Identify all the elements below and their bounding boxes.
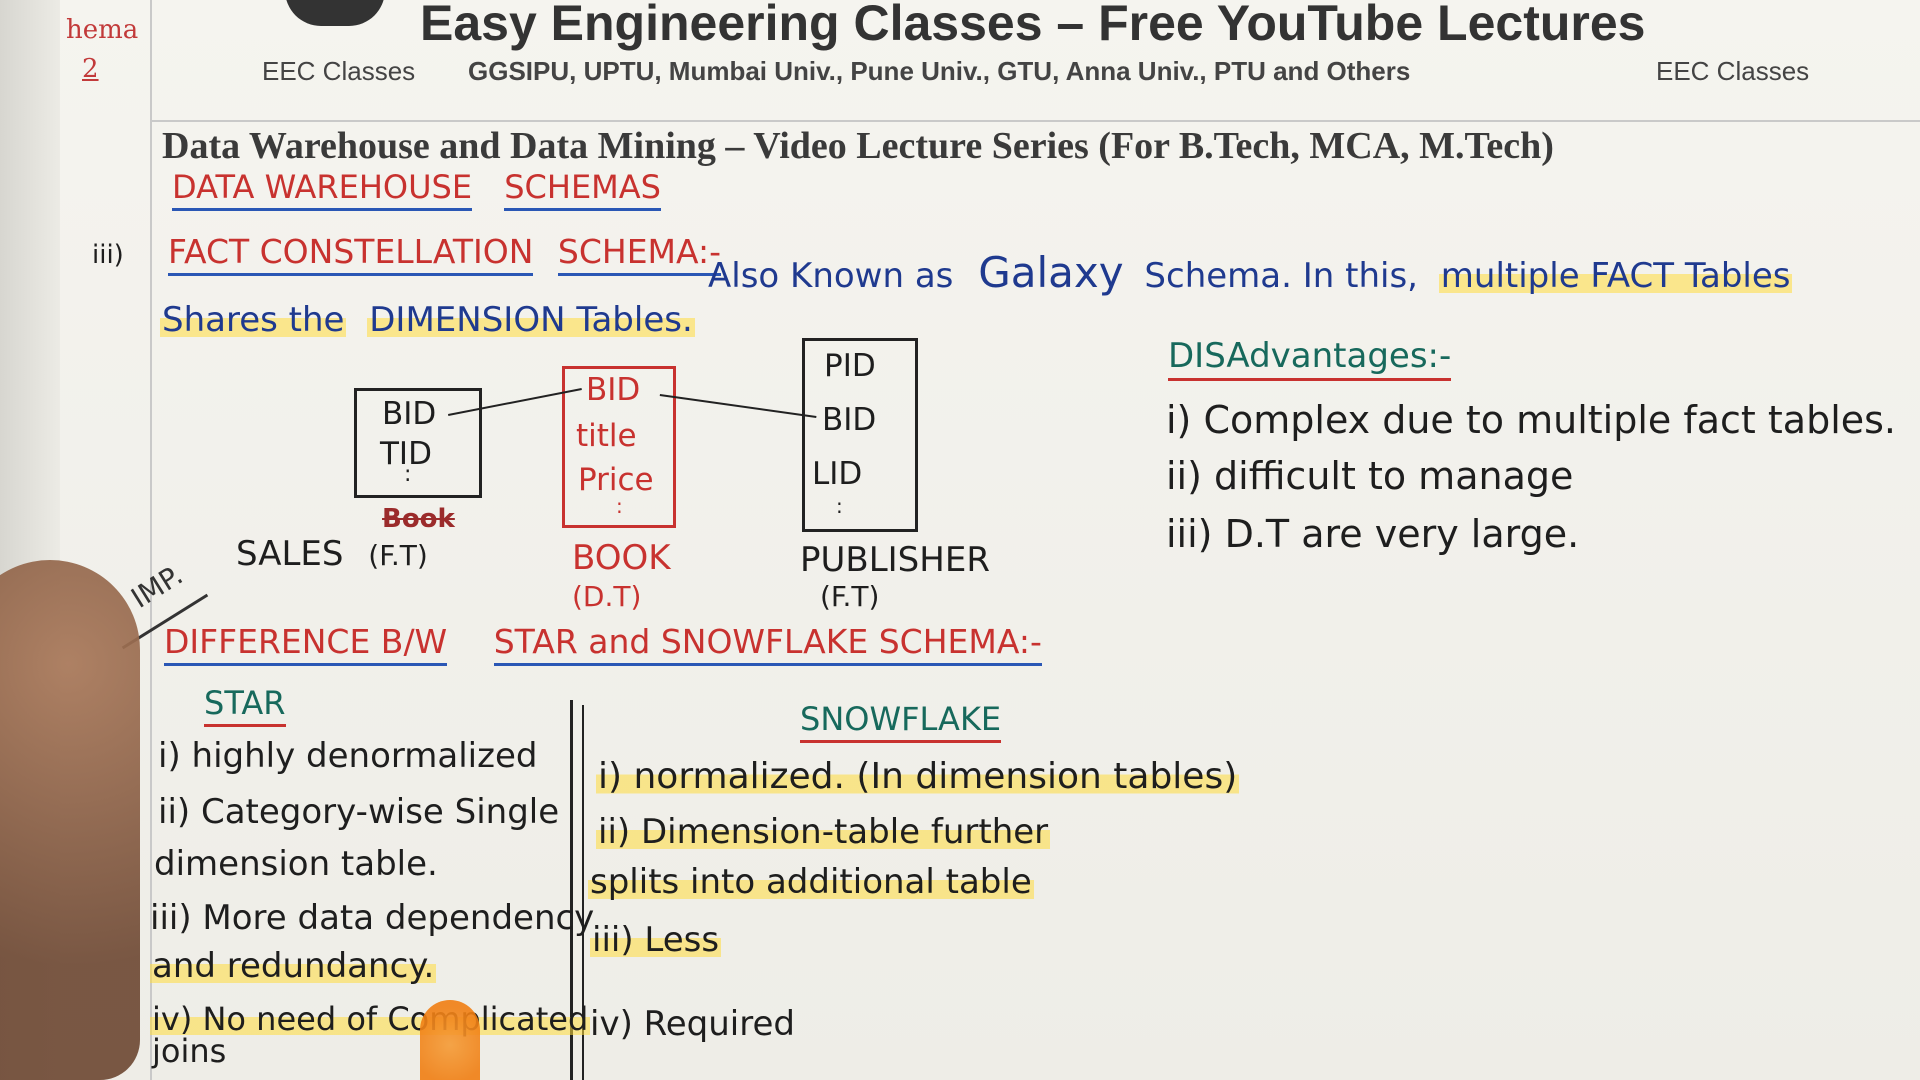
difference-heading-b: STAR and SNOWFLAKE SCHEMA:-: [493, 622, 1042, 666]
fact-line2: Shares the DIMENSION Tables.: [160, 300, 695, 340]
sales-field-1: BID: [382, 396, 437, 432]
publisher-field-1: PID: [824, 348, 876, 384]
book-field-more: :: [616, 494, 623, 518]
snowflake-item-3-text: splits into additional table: [588, 862, 1034, 902]
header-universities: GGSIPU, UPTU, Mumbai Univ., Pune Univ., …: [468, 56, 1411, 86]
sidebar-number: 2: [82, 53, 99, 84]
fact-constellation-heading: FACT CONSTELLATION SCHEMA:-: [168, 232, 722, 276]
disadvantage-item-2: ii) difficult to manage: [1166, 454, 1574, 498]
fact-line1: Also Known as Galaxy Schema. In this, mu…: [708, 248, 1793, 297]
disadvantages-heading: DISAdvantages:-: [1168, 336, 1452, 381]
highlighter-pen-tip: [420, 1000, 480, 1080]
publisher-field-2: BID: [822, 402, 877, 438]
fact-line2-a: Shares the: [160, 300, 347, 340]
star-item-2: ii) Category-wise Single: [158, 792, 560, 832]
star-item-7: joins: [152, 1032, 227, 1070]
publisher-type: (F.T): [820, 580, 880, 613]
header-title: Easy Engineering Classes – Free YouTube …: [420, 0, 1646, 51]
sidebar-label-text: hema: [66, 15, 139, 45]
publisher-field-more: :: [836, 494, 843, 518]
disadvantage-item-1: i) Complex due to multiple fact tables.: [1166, 398, 1897, 442]
sidebar-schema-label: hema 2: [66, 16, 138, 83]
snowflake-item-5: iv) Required: [590, 1004, 795, 1044]
book-field-2: title: [576, 418, 637, 454]
star-item-5-text: and redundancy.: [150, 946, 437, 986]
snowflake-item-1-text: i) normalized. (In dimension tables): [596, 756, 1240, 797]
snowflake-item-4-text: iii) Less: [590, 920, 722, 960]
difference-heading-a: DIFFERENCE B/W: [164, 622, 448, 666]
section-heading: DATA WAREHOUSE SCHEMAS: [172, 168, 661, 211]
fact-line1-b: Galaxy: [978, 248, 1124, 297]
book-type: (D.T): [572, 580, 642, 613]
fact-heading-b: SCHEMA:-: [557, 232, 722, 276]
fact-line1-d: multiple FACT Tables: [1438, 256, 1793, 296]
header-left-tag: EEC Classes: [262, 56, 416, 86]
snowflake-item-4: iii) Less: [590, 920, 722, 960]
book-publisher-connector: [659, 394, 817, 418]
book-label: BOOK: [572, 538, 671, 578]
fact-line1-a: Also Known as: [708, 256, 954, 296]
fact-line1-c: Schema. In this,: [1144, 256, 1418, 296]
sales-label: SALES (F.T): [236, 534, 428, 574]
sales-label-type: (F.T): [368, 539, 428, 572]
header-right-tag: EEC Classes: [1656, 56, 1810, 86]
book-field-1: BID: [586, 372, 641, 408]
fact-line2-b: DIMENSION Tables.: [367, 300, 695, 340]
presenter-finger: [0, 560, 140, 1080]
star-item-3: dimension table.: [154, 844, 438, 884]
header-divider: [150, 120, 1920, 122]
star-item-5: and redundancy.: [150, 946, 437, 986]
section-heading-word1: DATA WAREHOUSE: [172, 168, 473, 211]
star-item-4: iii) More data dependency: [150, 898, 595, 938]
snowflake-heading: SNOWFLAKE: [800, 700, 1002, 743]
series-title: Data Warehouse and Data Mining – Video L…: [162, 125, 1554, 167]
fact-constellation-roman: iii): [92, 240, 124, 270]
sales-field-more: :: [404, 462, 412, 487]
snowflake-item-3: splits into additional table: [588, 862, 1034, 902]
sales-note: Book: [382, 504, 455, 534]
snowflake-item-2-text: ii) Dimension-table further: [596, 812, 1051, 852]
book-field-3: Price: [578, 462, 654, 498]
notebook-page: hema 2 Easy Engineering Classes – Free Y…: [0, 0, 1920, 1080]
difference-heading: DIFFERENCE B/W STAR and SNOWFLAKE SCHEMA…: [164, 622, 1042, 666]
imp-mark: IMP.: [125, 558, 189, 615]
disadvantage-item-3: iii) D.T are very large.: [1166, 512, 1580, 556]
publisher-field-3: LID: [812, 456, 863, 492]
sales-label-name: SALES: [236, 534, 344, 574]
snowflake-item-2: ii) Dimension-table further: [596, 812, 1051, 852]
section-heading-word2: SCHEMAS: [504, 168, 661, 211]
eec-logo-icon: [285, 0, 385, 26]
snowflake-item-1: i) normalized. (In dimension tables): [596, 756, 1240, 797]
star-item-1: i) highly denormalized: [158, 736, 538, 776]
fact-heading-a: FACT CONSTELLATION: [168, 232, 534, 276]
star-heading: STAR: [204, 684, 286, 727]
publisher-label: PUBLISHER: [800, 540, 990, 580]
